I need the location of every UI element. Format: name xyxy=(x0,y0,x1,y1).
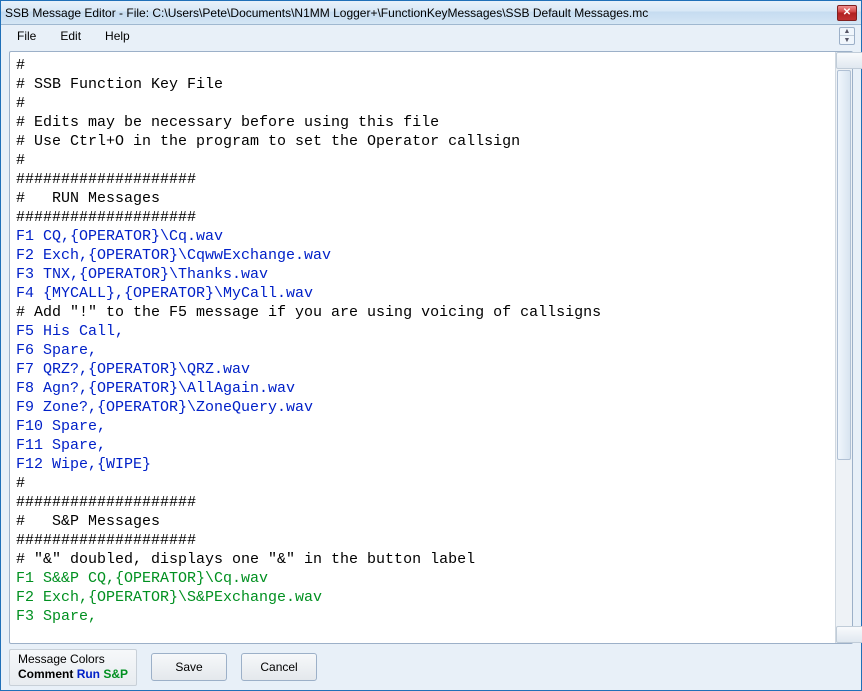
bottombar: Message Colors Comment Run S&P Save Canc… xyxy=(1,648,861,690)
editor[interactable]: ## SSB Function Key File## Edits may be … xyxy=(10,52,835,643)
editor-line: F1 CQ,{OPERATOR}\Cq.wav xyxy=(16,227,829,246)
editor-line: F3 TNX,{OPERATOR}\Thanks.wav xyxy=(16,265,829,284)
scroll-thumb[interactable] xyxy=(837,70,851,460)
editor-line: # xyxy=(16,151,829,170)
editor-line: F4 {MYCALL},{OPERATOR}\MyCall.wav xyxy=(16,284,829,303)
editor-line: #################### xyxy=(16,208,829,227)
close-icon[interactable]: ✕ xyxy=(837,5,857,21)
titlebar: SSB Message Editor - File: C:\Users\Pete… xyxy=(1,1,861,25)
editor-line: F7 QRZ?,{OPERATOR}\QRZ.wav xyxy=(16,360,829,379)
scroll-down-icon[interactable]: ▼ xyxy=(836,626,862,643)
editor-line: #################### xyxy=(16,531,829,550)
editor-line: F3 Spare, xyxy=(16,607,829,626)
editor-line: F2 Exch,{OPERATOR}\S&PExchange.wav xyxy=(16,588,829,607)
color-legend: Message Colors Comment Run S&P xyxy=(9,649,137,686)
editor-line: F2 Exch,{OPERATOR}\CqwwExchange.wav xyxy=(16,246,829,265)
menu-edit[interactable]: Edit xyxy=(50,27,91,45)
editor-line: # S&P Messages xyxy=(16,512,829,531)
editor-line: # Use Ctrl+O in the program to set the O… xyxy=(16,132,829,151)
editor-line: # SSB Function Key File xyxy=(16,75,829,94)
editor-container: ## SSB Function Key File## Edits may be … xyxy=(9,51,853,644)
editor-line: F11 Spare, xyxy=(16,436,829,455)
menu-help[interactable]: Help xyxy=(95,27,140,45)
legend-sp: S&P xyxy=(103,667,128,681)
stepper[interactable]: ▲ ▼ xyxy=(839,27,855,45)
editor-line: F12 Wipe,{WIPE} xyxy=(16,455,829,474)
editor-line: #################### xyxy=(16,170,829,189)
scroll-up-icon[interactable]: ▲ xyxy=(836,52,862,69)
save-button[interactable]: Save xyxy=(151,653,227,681)
legend-run: Run xyxy=(77,667,100,681)
scrollbar[interactable]: ▲ ▼ xyxy=(835,52,852,643)
editor-line: # xyxy=(16,56,829,75)
editor-line: F9 Zone?,{OPERATOR}\ZoneQuery.wav xyxy=(16,398,829,417)
editor-line: # Edits may be necessary before using th… xyxy=(16,113,829,132)
editor-line: F5 His Call, xyxy=(16,322,829,341)
chevron-up-icon[interactable]: ▲ xyxy=(840,28,854,36)
window-title: SSB Message Editor - File: C:\Users\Pete… xyxy=(5,6,837,20)
editor-line: # xyxy=(16,474,829,493)
editor-line: F6 Spare, xyxy=(16,341,829,360)
legend-comment: Comment xyxy=(18,667,73,681)
editor-line: # xyxy=(16,94,829,113)
editor-line: # "&" doubled, displays one "&" in the b… xyxy=(16,550,829,569)
editor-line: F8 Agn?,{OPERATOR}\AllAgain.wav xyxy=(16,379,829,398)
editor-line: #################### xyxy=(16,493,829,512)
menu-file[interactable]: File xyxy=(7,27,46,45)
cancel-button[interactable]: Cancel xyxy=(241,653,317,681)
editor-line: # Add "!" to the F5 message if you are u… xyxy=(16,303,829,322)
editor-line: F1 S&&P CQ,{OPERATOR}\Cq.wav xyxy=(16,569,829,588)
chevron-down-icon[interactable]: ▼ xyxy=(840,36,854,44)
legend-title: Message Colors xyxy=(18,652,128,667)
editor-line: F10 Spare, xyxy=(16,417,829,436)
editor-line: # RUN Messages xyxy=(16,189,829,208)
menubar: File Edit Help ▲ ▼ xyxy=(1,25,861,47)
